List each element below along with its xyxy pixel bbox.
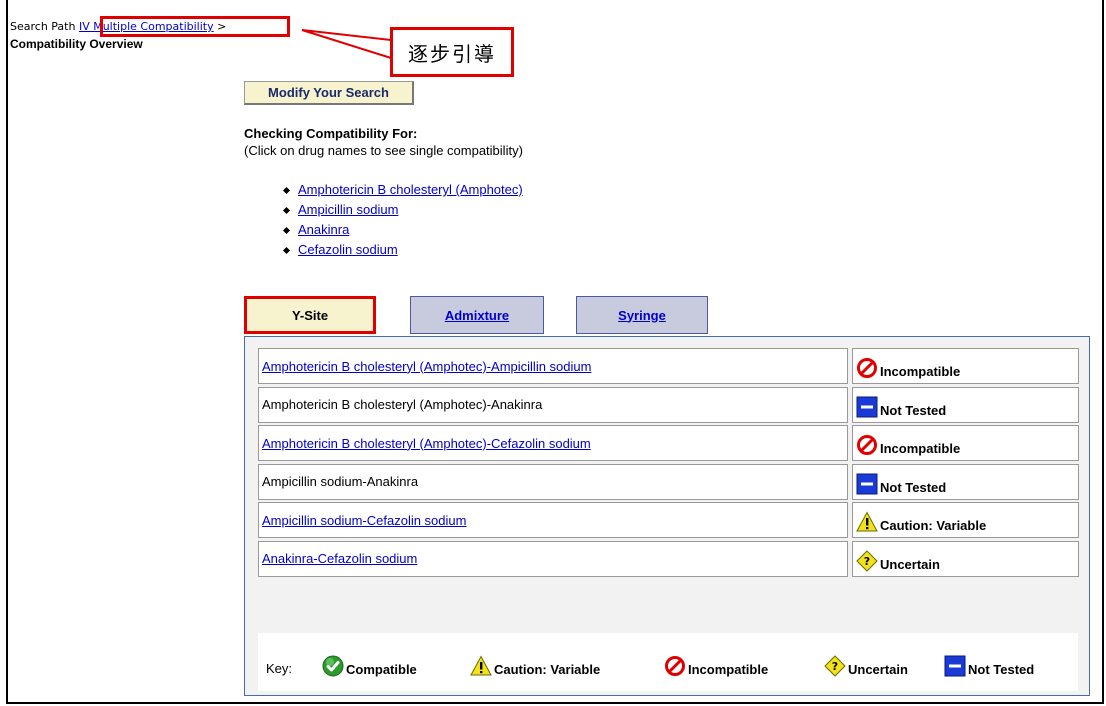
results-panel: Amphotericin B cholesteryl (Amphotec)-Am… [244, 336, 1090, 696]
drug-link-anakinra[interactable]: Anakinra [298, 222, 349, 237]
drug-link-amphotericin[interactable]: Amphotericin B cholesteryl (Amphotec) [298, 182, 523, 197]
result-status-label: Not Tested [880, 402, 947, 418]
modify-search-button[interactable]: Modify Your Search [244, 81, 414, 105]
result-status-cell: ? Uncertain [852, 540, 1079, 577]
not-tested-icon [944, 655, 968, 677]
result-status-cell: Incompatible [852, 348, 1079, 384]
caution-icon [470, 655, 494, 677]
result-status-cell: Not Tested [852, 463, 1079, 500]
caution-icon [856, 511, 880, 533]
tab-syringe-label[interactable]: Syringe [618, 308, 666, 323]
result-row: Amphotericin B cholesteryl (Amphotec)-An… [258, 386, 1080, 423]
incompatible-icon [856, 434, 880, 456]
result-pair-cell: Ampicillin sodium-Anakinra [258, 463, 848, 500]
page-title: Compatibility Overview [10, 37, 143, 51]
drug-list-item: Ampicillin sodium [284, 200, 523, 220]
result-pair-cell: Ampicillin sodium-Cefazolin sodium [258, 502, 848, 538]
key-item-label: Compatible [346, 662, 417, 677]
key-item-incompatible: Incompatible [664, 655, 768, 677]
key-item-not-tested: Not Tested [944, 655, 1034, 677]
breadcrumb-label: Search Path [10, 20, 76, 33]
result-pair-cell: Amphotericin B cholesteryl (Amphotec)-An… [258, 386, 848, 423]
uncertain-icon: ? [824, 655, 848, 677]
result-status-cell: Incompatible [852, 425, 1079, 461]
checking-title: Checking Compatibility For: [244, 126, 418, 141]
drug-link-ampicillin[interactable]: Ampicillin sodium [298, 202, 398, 217]
key-item-label: Caution: Variable [494, 662, 601, 677]
result-row: Ampicillin sodium-Cefazolin sodium Cautio… [258, 502, 1080, 538]
result-pair-link[interactable]: Anakinra-Cefazolin sodium [262, 551, 417, 566]
drug-list-item: Cefazolin sodium [284, 240, 523, 260]
breadcrumb-highlight-box [100, 16, 290, 37]
key-label: Key: [266, 661, 293, 676]
result-row: Anakinra-Cefazolin sodium? Uncertain [258, 540, 1080, 577]
result-pair-cell: Amphotericin B cholesteryl (Amphotec)-Ce… [258, 425, 848, 461]
key-legend: Key: Compatible Caution: Variable Incomp… [258, 633, 1078, 691]
drug-list-item: Amphotericin B cholesteryl (Amphotec) [284, 180, 523, 200]
result-pair-link[interactable]: Amphotericin B cholesteryl (Amphotec)-Ce… [262, 436, 591, 451]
svg-text:?: ? [832, 660, 838, 673]
compatible-icon [322, 655, 346, 677]
result-status-label: Caution: Variable [880, 518, 987, 533]
tab-y-site[interactable]: Y-Site [244, 296, 376, 334]
incompatible-icon [664, 655, 688, 677]
result-status-label: Uncertain [880, 556, 940, 572]
drug-list-item: Anakinra [284, 220, 523, 240]
incompatible-icon [856, 357, 880, 379]
result-pair-link[interactable]: Ampicillin sodium-Cefazolin sodium [262, 513, 466, 528]
key-item-uncertain: ? Uncertain [824, 655, 908, 677]
checking-note: (Click on drug names to see single compa… [244, 143, 523, 158]
result-pair-cell: Amphotericin B cholesteryl (Amphotec)-Am… [258, 348, 848, 384]
uncertain-icon: ? [856, 549, 880, 572]
key-item-label: Incompatible [688, 662, 769, 677]
tab-admixture[interactable]: Admixture [410, 296, 544, 334]
result-pair-cell: Anakinra-Cefazolin sodium [258, 540, 848, 577]
result-status-label: Incompatible [880, 364, 961, 379]
result-status-label: Incompatible [880, 441, 961, 456]
key-item-caution: Caution: Variable [470, 655, 600, 677]
not-tested-icon [856, 396, 880, 418]
key-item-compatible: Compatible [322, 655, 417, 677]
key-item-label: Not Tested [968, 662, 1035, 677]
annotation-callout: 逐步引導 [390, 27, 514, 77]
tab-syringe[interactable]: Syringe [576, 296, 708, 334]
not-tested-icon [856, 473, 880, 495]
tab-admixture-label[interactable]: Admixture [445, 308, 509, 323]
result-row: Amphotericin B cholesteryl (Amphotec)-Ce… [258, 425, 1080, 461]
result-status-label: Not Tested [880, 479, 947, 495]
result-row: Amphotericin B cholesteryl (Amphotec)-Am… [258, 348, 1080, 384]
svg-text:?: ? [864, 555, 870, 568]
key-item-label: Uncertain [848, 662, 908, 677]
result-row: Ampicillin sodium-Anakinra Not Tested [258, 463, 1080, 500]
result-status-cell: Caution: Variable [852, 502, 1079, 538]
result-status-cell: Not Tested [852, 386, 1079, 423]
result-pair-text: Amphotericin B cholesteryl (Amphotec)-An… [262, 397, 543, 412]
drug-list: Amphotericin B cholesteryl (Amphotec) Am… [284, 180, 523, 260]
result-pair-text: Ampicillin sodium-Anakinra [262, 474, 419, 489]
result-pair-link[interactable]: Amphotericin B cholesteryl (Amphotec)-Am… [262, 359, 591, 374]
drug-link-cefazolin[interactable]: Cefazolin sodium [298, 242, 398, 257]
